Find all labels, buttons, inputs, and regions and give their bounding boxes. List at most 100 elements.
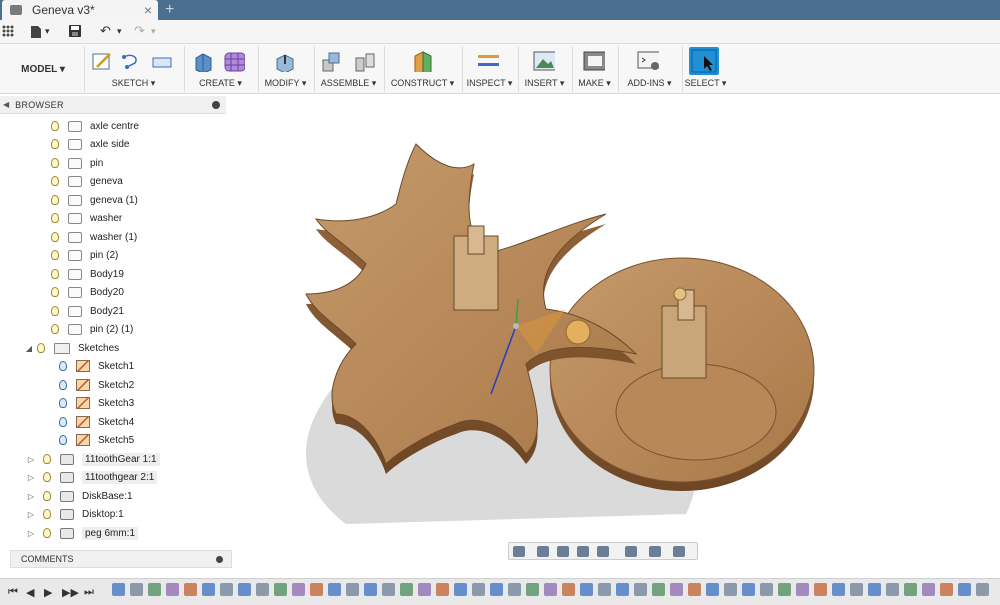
document-tab[interactable]: Geneva v3* × [2,0,158,20]
browser-body-row[interactable]: Body20 [48,283,124,301]
visibility-bulb-icon[interactable] [48,193,62,207]
timeline-feature-icon[interactable] [670,583,683,596]
visibility-bulb-icon[interactable] [56,378,70,392]
timeline-feature-icon[interactable] [130,583,143,596]
visibility-bulb-icon[interactable] [48,156,62,170]
browser-body-row[interactable]: pin (2) (1) [48,320,133,338]
inspect-group[interactable]: INSPECT ▾ [462,46,516,92]
file-menu-caret-icon[interactable]: ▾ [45,26,50,37]
offset-plane-icon[interactable] [411,50,433,72]
undo-icon[interactable]: ↶ [100,23,111,39]
go-to-start-icon[interactable]: ⏮ [8,586,18,599]
sketches-folder-row[interactable]: ◢ Sketches [24,339,119,357]
browser-body-row[interactable]: geneva (1) [48,191,138,209]
browser-component-row[interactable]: ▷ peg 6mm:1 [26,524,139,542]
step-back-icon[interactable]: ◀ [26,586,34,599]
3d-print-icon[interactable] [583,50,605,72]
new-tab-button[interactable]: + [165,0,174,20]
timeline-feature-icon[interactable] [958,583,971,596]
pin-comments-icon[interactable] [216,555,223,563]
drive-disk-model[interactable] [549,257,815,491]
visibility-bulb-icon[interactable] [48,211,62,225]
timeline-feature-icon[interactable] [814,583,827,596]
joint-icon[interactable] [353,50,375,72]
visibility-bulb-icon[interactable] [40,489,54,503]
visibility-bulb-icon[interactable] [48,322,62,336]
app-grid-icon[interactable] [2,25,14,37]
browser-body-row[interactable]: washer [48,209,122,227]
visibility-bulb-icon[interactable] [48,285,62,299]
timeline-feature-icon[interactable] [328,583,341,596]
browser-body-row[interactable]: axle centre [48,117,139,135]
timeline-feature-icon[interactable] [454,583,467,596]
visibility-bulb-icon[interactable] [48,119,62,133]
visibility-bulb-icon[interactable] [40,507,54,521]
timeline-feature-icon[interactable] [976,583,989,596]
file-icon[interactable] [30,25,42,39]
browser-body-row[interactable]: pin (2) [48,246,118,264]
timeline-feature-icon[interactable] [166,583,179,596]
timeline-feature-icon[interactable] [220,583,233,596]
timeline-feature-icon[interactable] [940,583,953,596]
browser-component-row[interactable]: ▷ DiskBase:1 [26,487,133,505]
visibility-bulb-icon[interactable] [34,341,48,355]
close-tab-icon[interactable]: × [144,2,152,18]
measure-icon[interactable] [477,50,499,72]
extrude-icon[interactable] [193,50,215,72]
timeline-feature-icon[interactable] [688,583,701,596]
timeline-feature-icon[interactable] [616,583,629,596]
display-settings-icon[interactable] [625,546,637,557]
press-pull-icon[interactable] [273,50,295,72]
visibility-bulb-icon[interactable] [48,267,62,281]
timeline-feature-icon[interactable] [634,583,647,596]
timeline-feature-icon[interactable] [346,583,359,596]
timeline-feature-icon[interactable] [148,583,161,596]
visibility-bulb-icon[interactable] [48,248,62,262]
timeline-feature-icon[interactable] [850,583,863,596]
timeline-feature-icon[interactable] [472,583,485,596]
form-icon[interactable] [223,50,245,72]
timeline-feature-icon[interactable] [904,583,917,596]
fit-icon[interactable] [597,546,609,557]
expand-component-icon[interactable]: ▷ [26,455,36,464]
timeline-feature-icon[interactable] [652,583,665,596]
visibility-bulb-icon[interactable] [56,359,70,373]
new-component-icon[interactable] [321,50,343,72]
expand-folder-icon[interactable]: ◢ [24,344,34,353]
timeline-feature-icon[interactable] [256,583,269,596]
browser-body-row[interactable]: Body19 [48,265,124,283]
visibility-bulb-icon[interactable] [48,230,62,244]
pan-icon[interactable] [557,546,569,557]
timeline-feature-icon[interactable] [292,583,305,596]
collapse-browser-icon[interactable]: ◀ [3,100,9,109]
timeline-feature-icon[interactable] [544,583,557,596]
browser-body-row[interactable]: Body21 [48,302,124,320]
browser-component-row[interactable]: ▷ 11toothgear 2:1 [26,468,158,486]
expand-component-icon[interactable]: ▷ [26,492,36,501]
play-icon[interactable]: ▶ [44,586,52,599]
browser-component-row[interactable]: ▷ Disktop:1 [26,505,124,523]
rectangle-icon[interactable] [151,51,173,73]
timeline-feature-icon[interactable] [886,583,899,596]
visibility-bulb-icon[interactable] [48,137,62,151]
timeline-feature-icon[interactable] [580,583,593,596]
make-group[interactable]: MAKE ▾ [572,46,616,92]
viewports-icon[interactable] [673,546,685,557]
redo-caret-icon[interactable]: ▾ [151,26,156,37]
timeline-feature-icon[interactable] [742,583,755,596]
modify-group[interactable]: MODIFY ▾ [258,46,312,92]
timeline-feature-icon[interactable] [364,583,377,596]
timeline-feature-icon[interactable] [490,583,503,596]
step-forward-icon[interactable]: ▶▶ [62,586,79,599]
timeline-feature-icon[interactable] [760,583,773,596]
timeline-feature-icon[interactable] [778,583,791,596]
scripts-icon[interactable] [637,50,659,72]
timeline-feature-icon[interactable] [310,583,323,596]
workspace-selector[interactable]: MODEL ▾ [8,54,78,84]
pin-browser-icon[interactable] [212,100,220,109]
browser-component-row[interactable]: ▷ 11toothGear 1:1 [26,450,160,468]
select-group[interactable]: SELECT ▾ [682,46,728,92]
timeline-feature-icon[interactable] [868,583,881,596]
browser-sketch-row[interactable]: Sketch5 [56,431,134,449]
add-ins-group[interactable]: ADD-INS ▾ [618,46,680,92]
